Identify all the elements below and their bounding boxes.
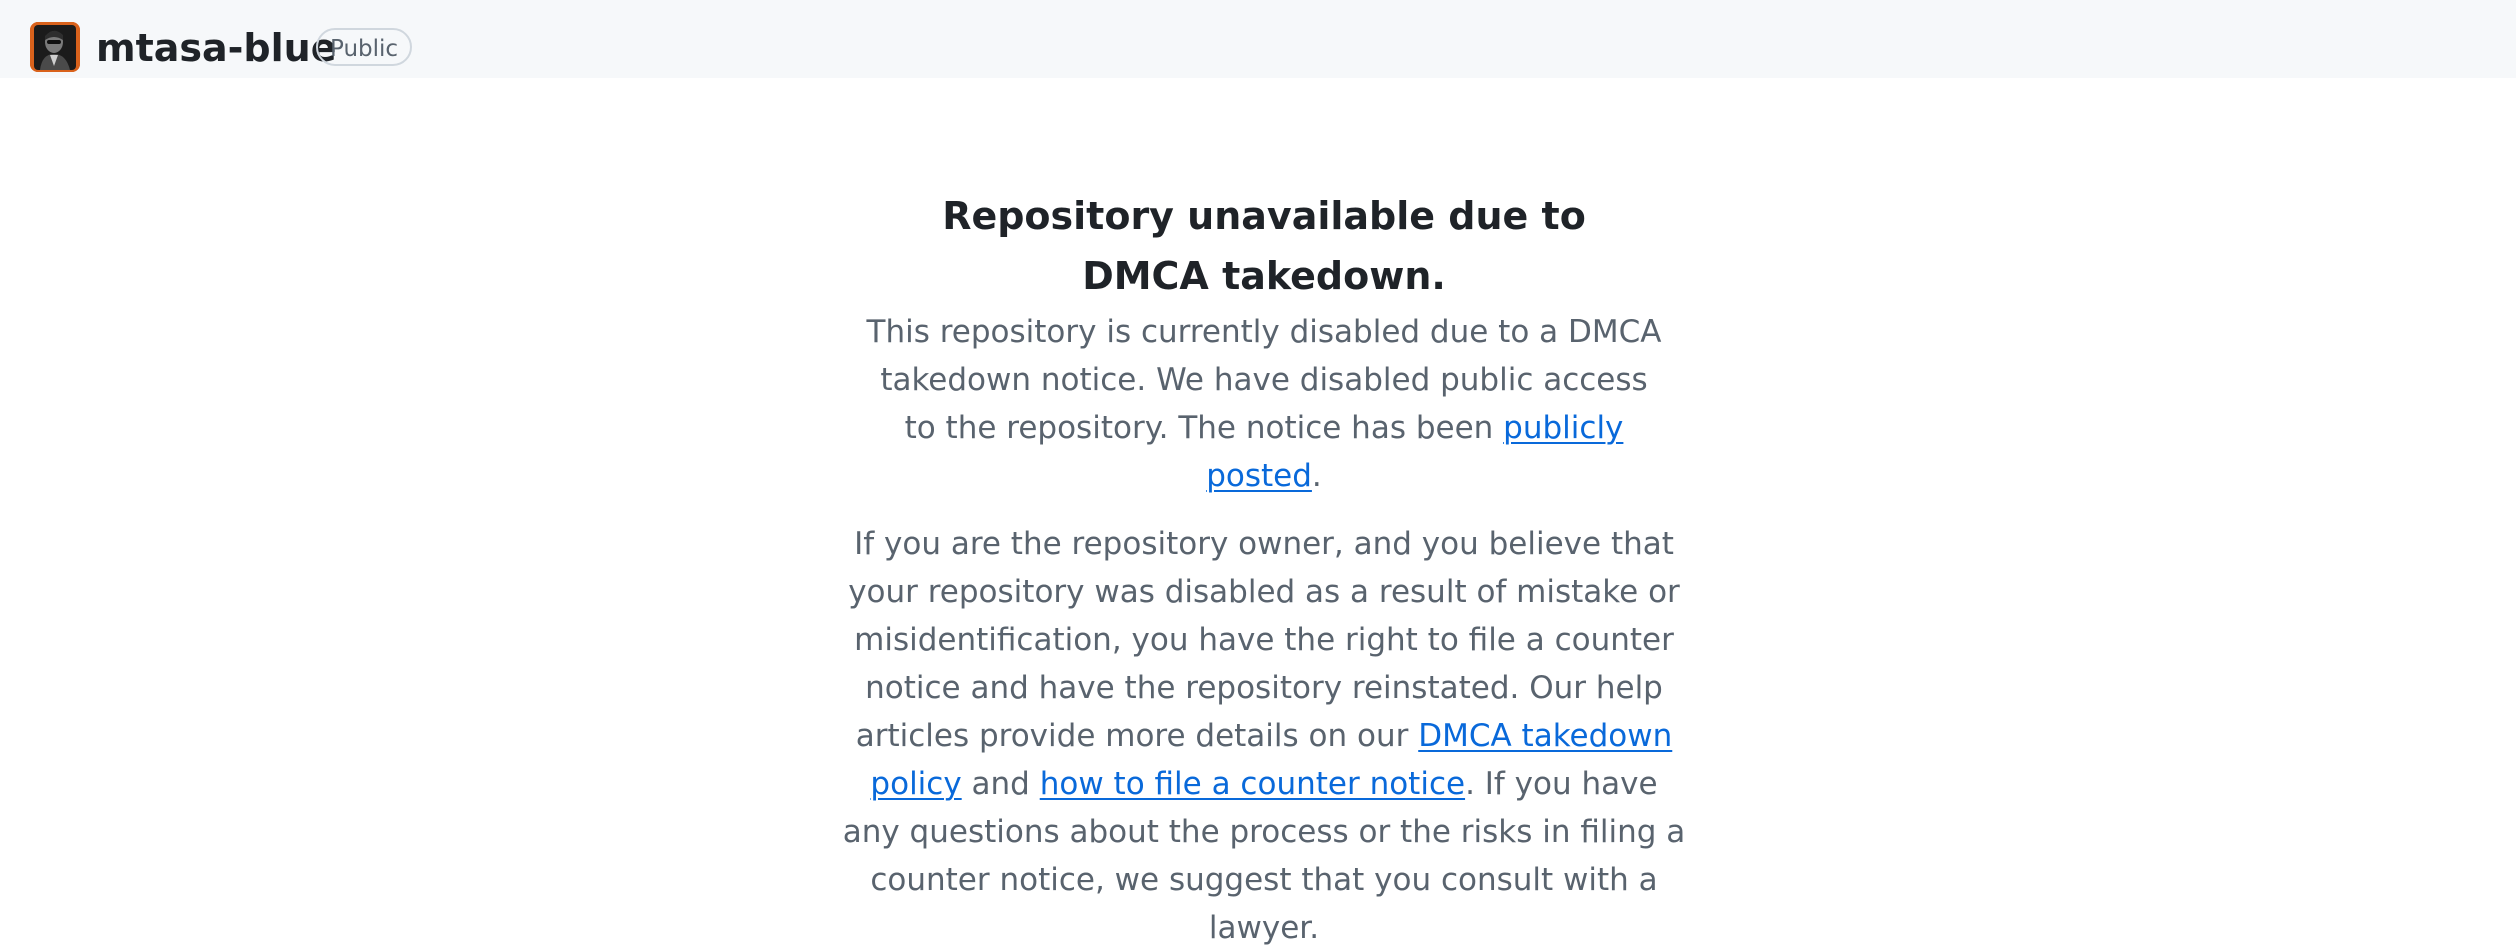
notice-paragraph-1: This repository is currently disabled du… (864, 308, 1664, 500)
counter-notice-link[interactable]: how to file a counter notice (1040, 766, 1465, 802)
avatar[interactable] (30, 22, 80, 72)
org-avatar-icon (30, 22, 80, 72)
dmca-notice: Repository unavailable due to DMCA taked… (840, 186, 1688, 952)
repo-header: mtasa-blue Public (0, 0, 2516, 78)
repo-name[interactable]: mtasa-blue (96, 22, 337, 74)
notice-text: . (1311, 458, 1322, 494)
visibility-badge: Public (316, 28, 413, 66)
notice-title: Repository unavailable due to DMCA taked… (942, 194, 1586, 298)
notice-paragraph-2: If you are the repository owner, and you… (840, 520, 1688, 952)
notice-text: and (961, 766, 1040, 802)
